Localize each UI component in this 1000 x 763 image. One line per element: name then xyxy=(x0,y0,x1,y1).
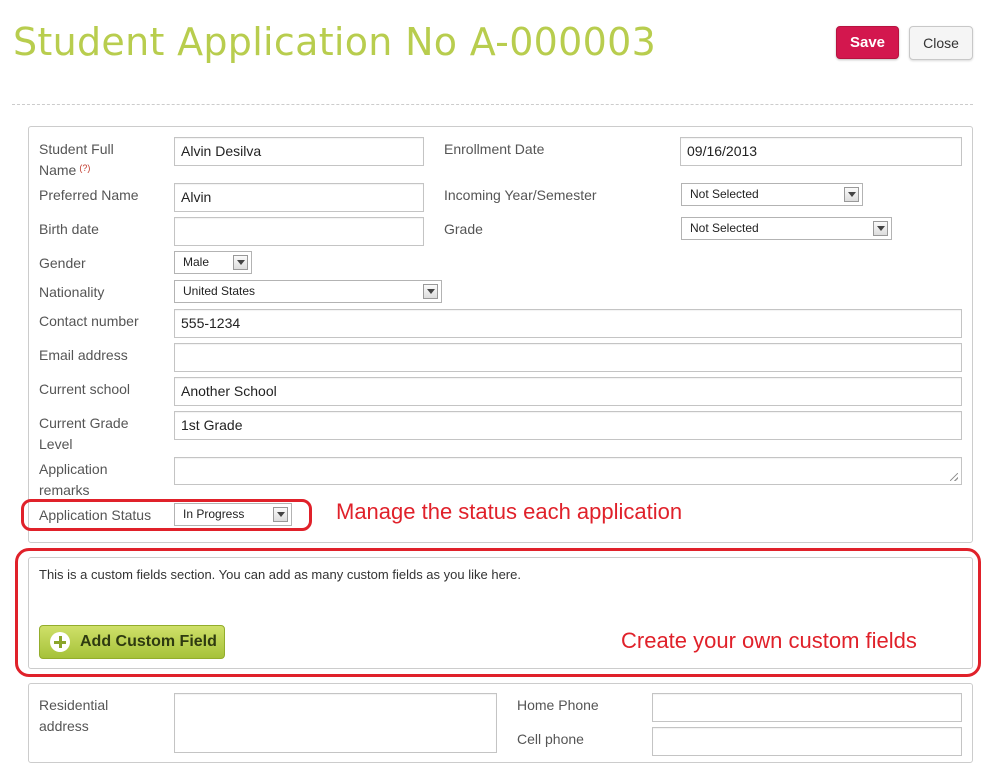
email-address-label: Email address xyxy=(39,347,128,363)
chevron-down-icon xyxy=(873,221,888,236)
preferred-name-label: Preferred Name xyxy=(39,187,139,203)
cell-phone-input[interactable] xyxy=(652,727,962,756)
grade-label: Grade xyxy=(444,221,483,237)
current-grade-level-label: Current Grade Level xyxy=(39,415,129,452)
incoming-year-label: Incoming Year/Semester xyxy=(444,187,597,203)
enrollment-date-label: Enrollment Date xyxy=(444,141,545,157)
help-icon[interactable]: (?) xyxy=(79,163,90,173)
home-phone-input[interactable] xyxy=(652,693,962,722)
custom-fields-annotation: Create your own custom fields xyxy=(621,628,917,653)
home-phone-label: Home Phone xyxy=(517,697,599,713)
birth-date-input[interactable] xyxy=(174,217,424,246)
student-full-name-label: Student Full Name (?) xyxy=(39,141,114,178)
gender-label: Gender xyxy=(39,255,86,271)
page-title: Student Application No A-000003 xyxy=(13,20,657,64)
application-remarks-label: Application remarks xyxy=(39,461,108,498)
resize-handle-icon[interactable] xyxy=(950,473,958,481)
cell-phone-label: Cell phone xyxy=(517,731,584,747)
status-annotation: Manage the status each application xyxy=(336,499,683,524)
student-full-name-input[interactable]: Alvin Desilva xyxy=(174,137,424,166)
custom-fields-highlight-box xyxy=(15,548,981,677)
application-remarks-textarea[interactable] xyxy=(174,457,962,485)
email-address-input[interactable] xyxy=(174,343,962,372)
residential-address-textarea[interactable] xyxy=(174,693,497,753)
chevron-down-icon xyxy=(233,255,248,270)
header-divider xyxy=(12,104,973,105)
birth-date-label: Birth date xyxy=(39,221,99,237)
gender-select[interactable]: Male xyxy=(174,251,252,274)
nationality-label: Nationality xyxy=(39,284,105,300)
contact-number-label: Contact number xyxy=(39,313,139,329)
nationality-select[interactable]: United States xyxy=(174,280,442,303)
enrollment-date-input[interactable]: 09/16/2013 xyxy=(680,137,962,166)
close-button[interactable]: Close xyxy=(909,26,973,60)
chevron-down-icon xyxy=(844,187,859,202)
grade-select[interactable]: Not Selected xyxy=(681,217,892,240)
residential-address-label: Residential address xyxy=(39,697,109,734)
chevron-down-icon xyxy=(423,284,438,299)
current-school-input[interactable]: Another School xyxy=(174,377,962,406)
save-button[interactable]: Save xyxy=(836,26,899,59)
contact-number-input[interactable]: 555-1234 xyxy=(174,309,962,338)
current-grade-level-input[interactable]: 1st Grade xyxy=(174,411,962,440)
incoming-year-select[interactable]: Not Selected xyxy=(681,183,863,206)
status-highlight-box xyxy=(21,499,312,531)
current-school-label: Current school xyxy=(39,381,131,397)
preferred-name-input[interactable]: Alvin xyxy=(174,183,424,212)
